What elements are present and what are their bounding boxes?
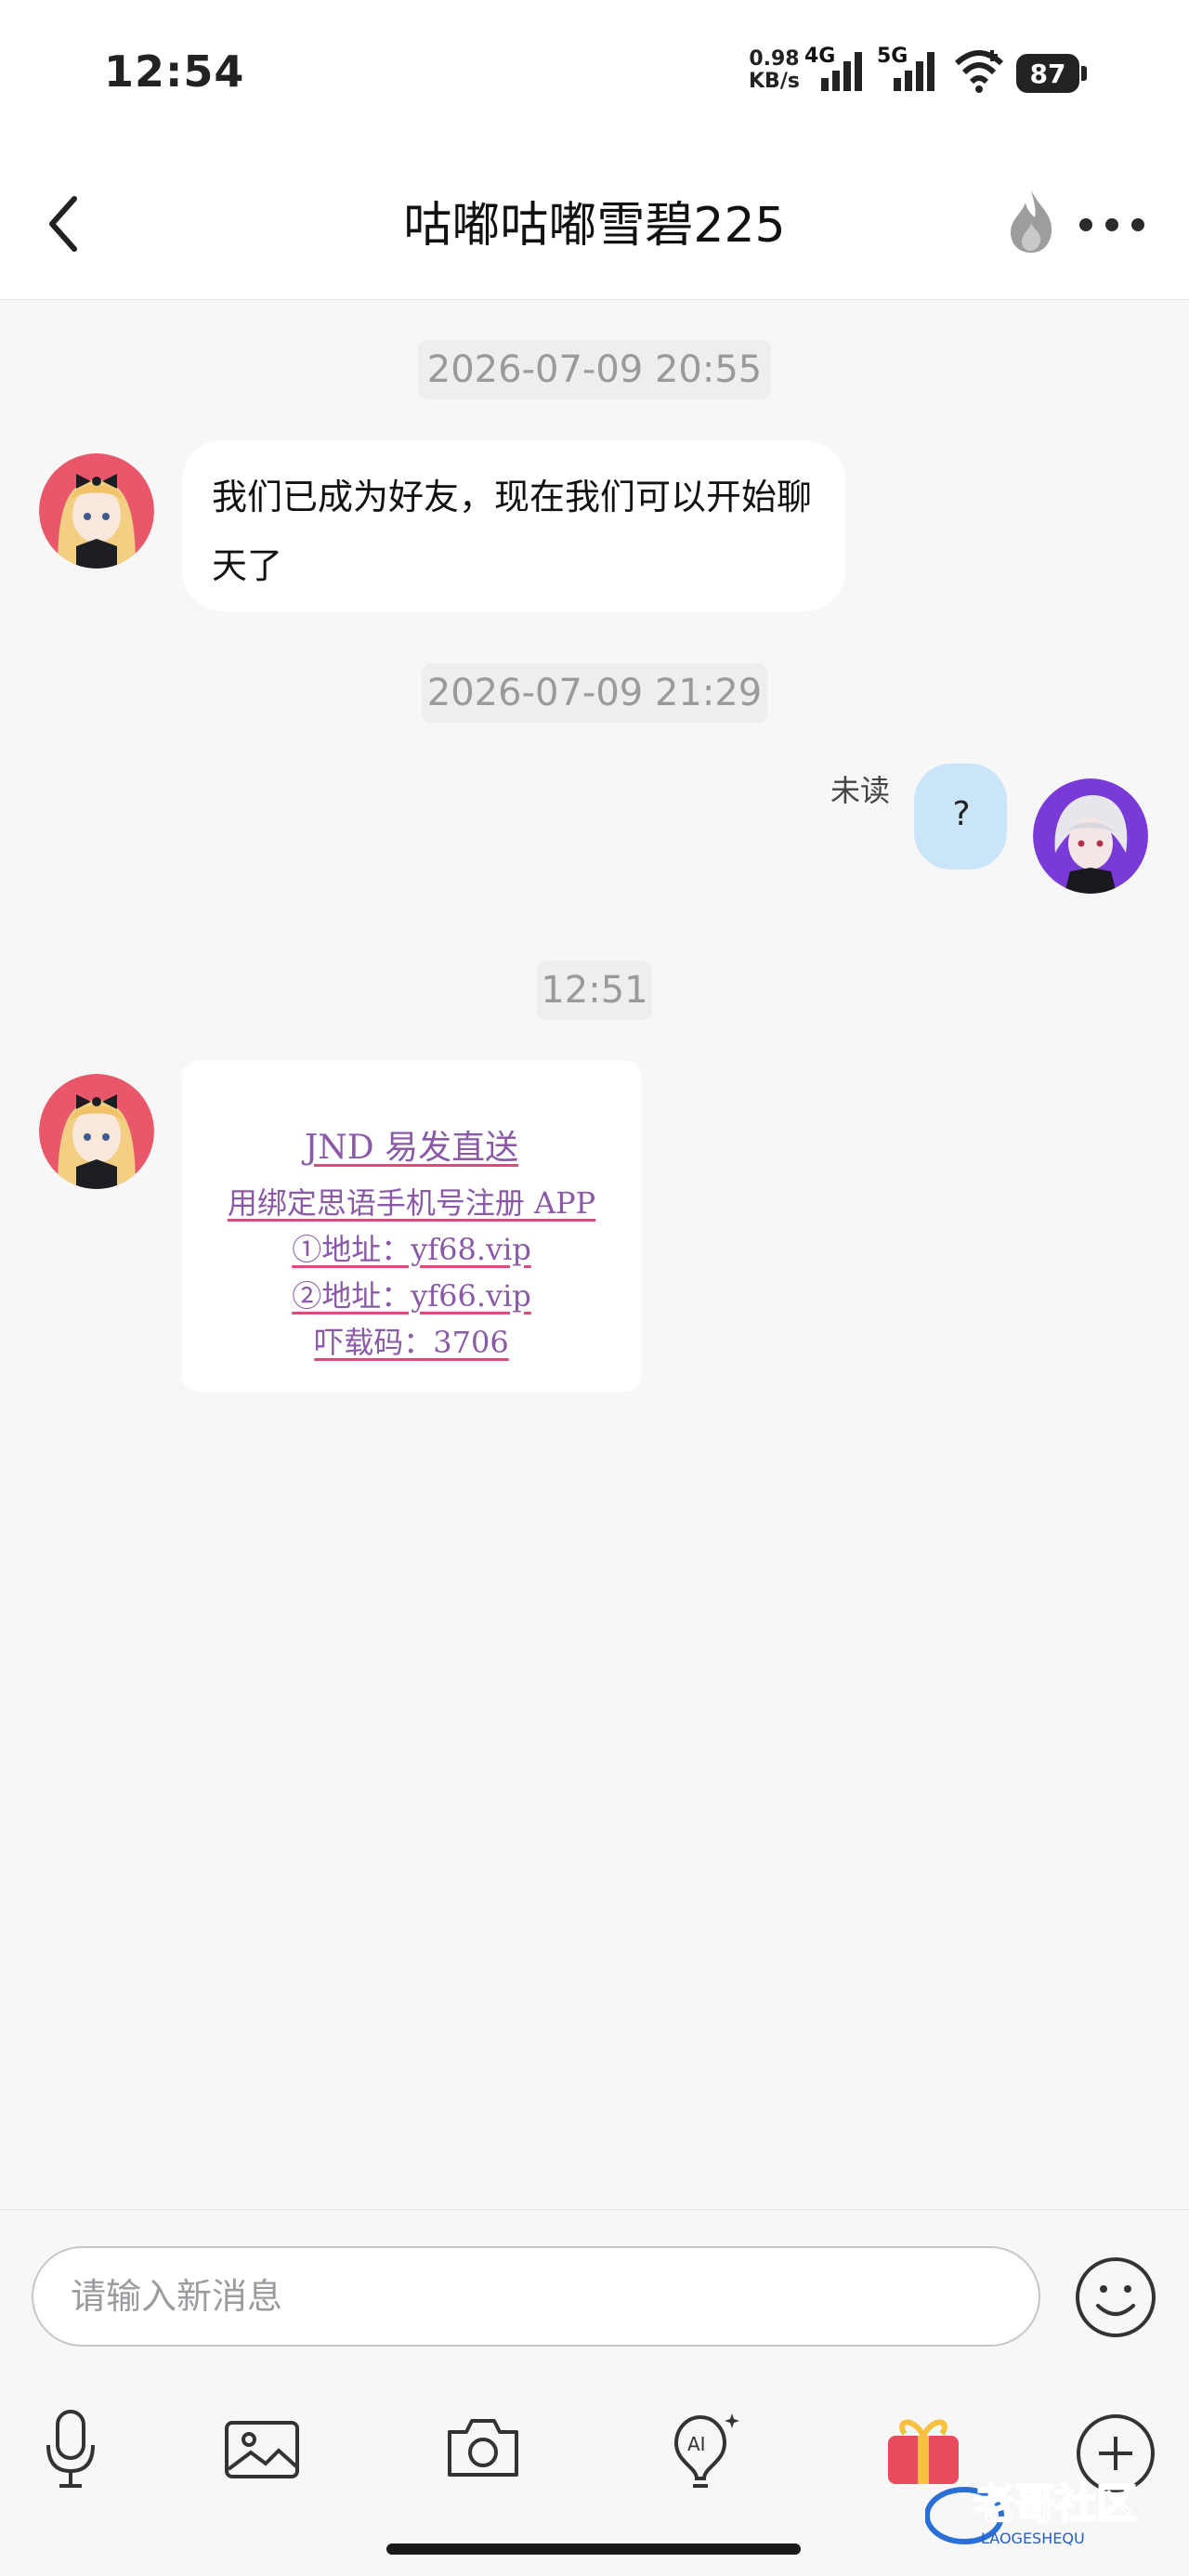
chat-title: 咕嘟咕嘟雪碧225 — [403, 198, 786, 254]
more-dot-icon — [1105, 218, 1118, 231]
network-speed-value: 0.98 — [749, 47, 800, 71]
contact-avatar[interactable] — [39, 453, 154, 569]
ai-bulb-icon[interactable]: AI — [661, 2410, 745, 2493]
incoming-message-text: 我们已成为好友，现在我们可以开始聊天了 — [212, 477, 813, 586]
chat-header: 咕嘟咕嘟雪碧225 — [0, 149, 1189, 300]
status-bar: 12:54 0.98 KB/s 4G 5G 87 — [0, 0, 1189, 149]
watermark-logo: 老哥社区 LAOGESHEQU — [925, 2471, 1176, 2555]
more-options-button[interactable] — [1079, 214, 1144, 236]
my-avatar[interactable] — [1033, 778, 1148, 894]
status-time: 12:54 — [104, 46, 245, 97]
outgoing-message-text: ? — [952, 795, 971, 833]
promo-link[interactable]: ①地址：yf68.vip — [182, 1226, 641, 1269]
more-dot-icon — [1131, 218, 1144, 231]
wifi-icon — [954, 50, 1004, 93]
promo-code[interactable]: 吓载码：3706 — [182, 1319, 641, 1362]
network-speed-unit: KB/s — [749, 70, 800, 93]
more-dot-icon — [1079, 218, 1092, 231]
contact-avatar[interactable] — [39, 1074, 154, 1189]
unread-status: 未读 — [830, 773, 891, 808]
microphone-icon[interactable] — [41, 2408, 100, 2491]
back-arrow-icon[interactable] — [41, 190, 97, 258]
network-speed: 0.98 KB/s — [749, 48, 800, 93]
battery-indicator: 87 — [1016, 54, 1087, 93]
svg-text:AI: AI — [687, 2433, 706, 2455]
timestamp: 12:51 — [537, 961, 652, 1020]
svg-text:老哥社区: 老哥社区 — [973, 2480, 1137, 2528]
promo-link[interactable]: ②地址：yf66.vip — [182, 1273, 641, 1315]
message-input[interactable]: 请输入新消息 — [32, 2246, 1040, 2347]
timestamp: 2026-07-09 20:55 — [418, 340, 771, 399]
svg-text:LAOGESHEQU: LAOGESHEQU — [981, 2530, 1085, 2547]
timestamp: 2026-07-09 21:29 — [422, 663, 767, 723]
emoji-icon[interactable] — [1074, 2256, 1157, 2339]
camera-icon[interactable] — [444, 2415, 522, 2480]
promo-title[interactable]: JND 易发直送 — [182, 1120, 641, 1169]
home-indicator[interactable] — [386, 2543, 801, 2555]
promo-line[interactable]: 用绑定思语手机号注册 APP — [182, 1180, 641, 1223]
image-icon[interactable] — [223, 2419, 301, 2480]
flame-icon[interactable] — [1005, 186, 1057, 255]
